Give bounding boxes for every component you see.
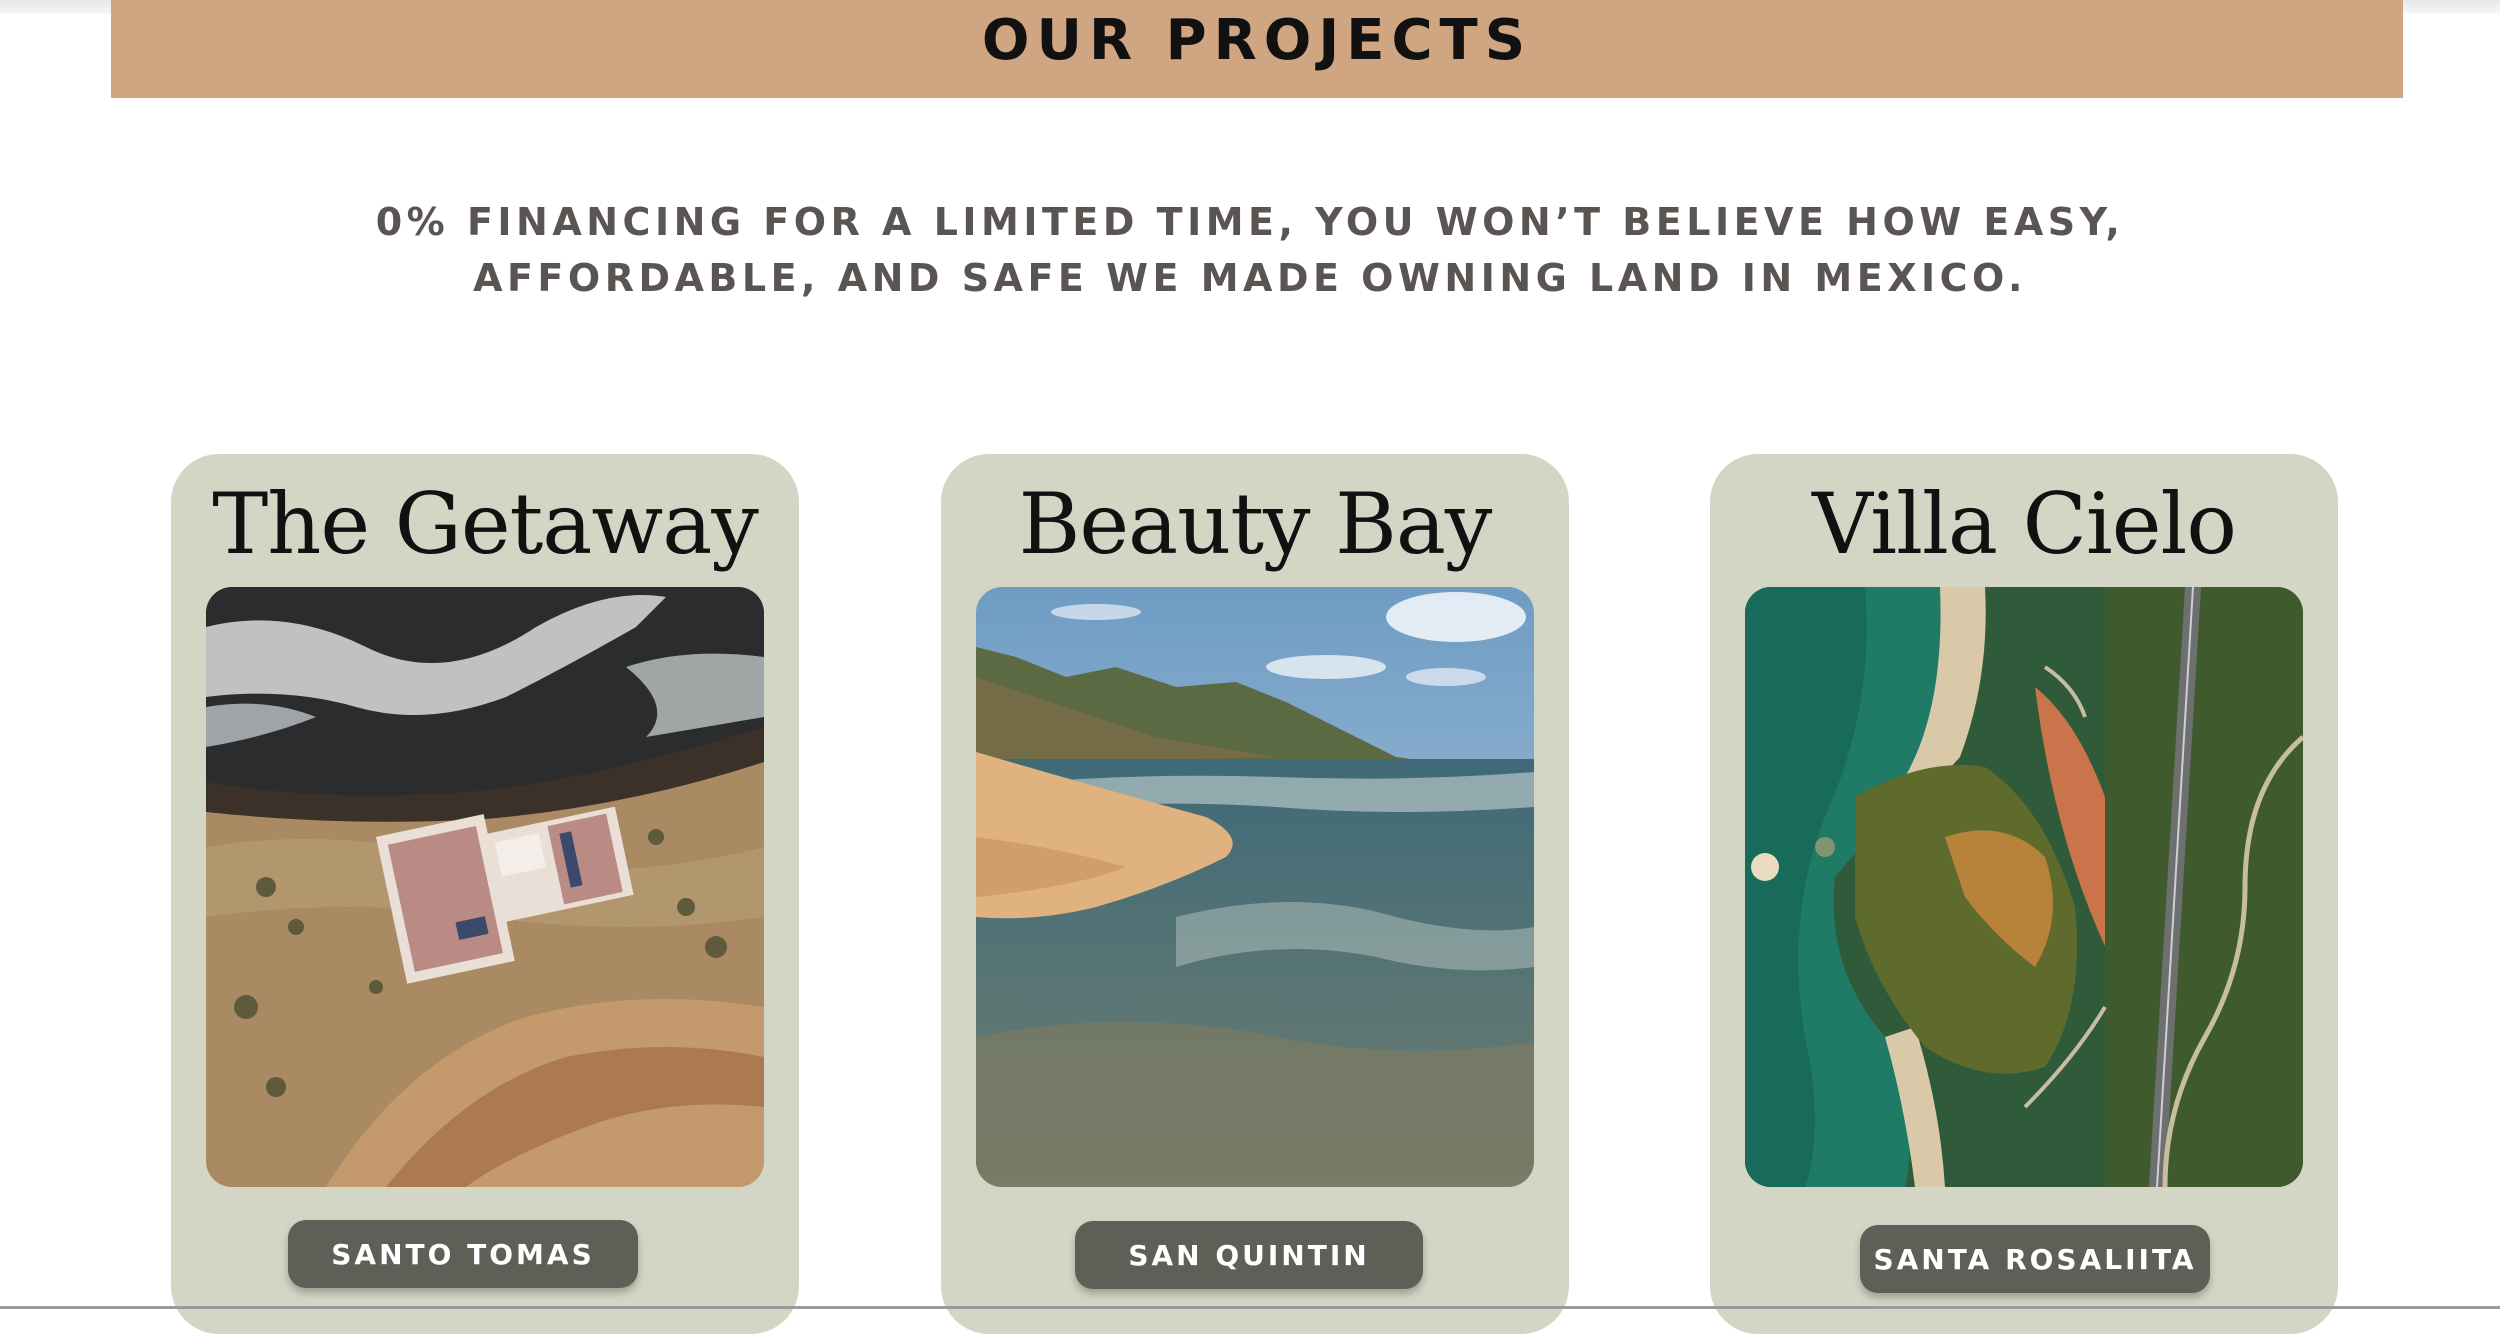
project-card-villa-cielo[interactable]: Villa Cielo SANTA ROSALIITA <box>1710 454 2338 1334</box>
project-card-the-getaway[interactable]: The Getaway SANTO TOMAS <box>171 454 799 1334</box>
project-photo-beauty-bay[interactable] <box>976 587 1534 1187</box>
project-card-beauty-bay[interactable]: Beauty Bay SAN QUINTIN <box>941 454 1569 1334</box>
section-banner: OUR PROJECTS <box>111 0 2403 98</box>
project-title: The Getaway <box>212 475 759 573</box>
tagline-line-1: 0% FINANCING FOR A LIMITED TIME, YOU WON… <box>375 200 2125 244</box>
location-button-santa-rosaliita[interactable]: SANTA ROSALIITA <box>1860 1225 2210 1293</box>
financing-tagline: 0% FINANCING FOR A LIMITED TIME, YOU WON… <box>300 194 2200 306</box>
location-button-san-quintin[interactable]: SAN QUINTIN <box>1075 1221 1423 1289</box>
project-title: Beauty Bay <box>1018 475 1493 573</box>
section-title: OUR PROJECTS <box>981 7 1533 73</box>
project-photo-the-getaway[interactable] <box>206 587 764 1187</box>
location-button-santo-tomas[interactable]: SANTO TOMAS <box>288 1220 638 1288</box>
tagline-line-2: AFFORDABLE, AND SAFE WE MADE OWNING LAND… <box>473 256 2027 300</box>
project-title: Villa Cielo <box>1812 475 2237 573</box>
project-photo-villa-cielo[interactable] <box>1745 587 2303 1187</box>
